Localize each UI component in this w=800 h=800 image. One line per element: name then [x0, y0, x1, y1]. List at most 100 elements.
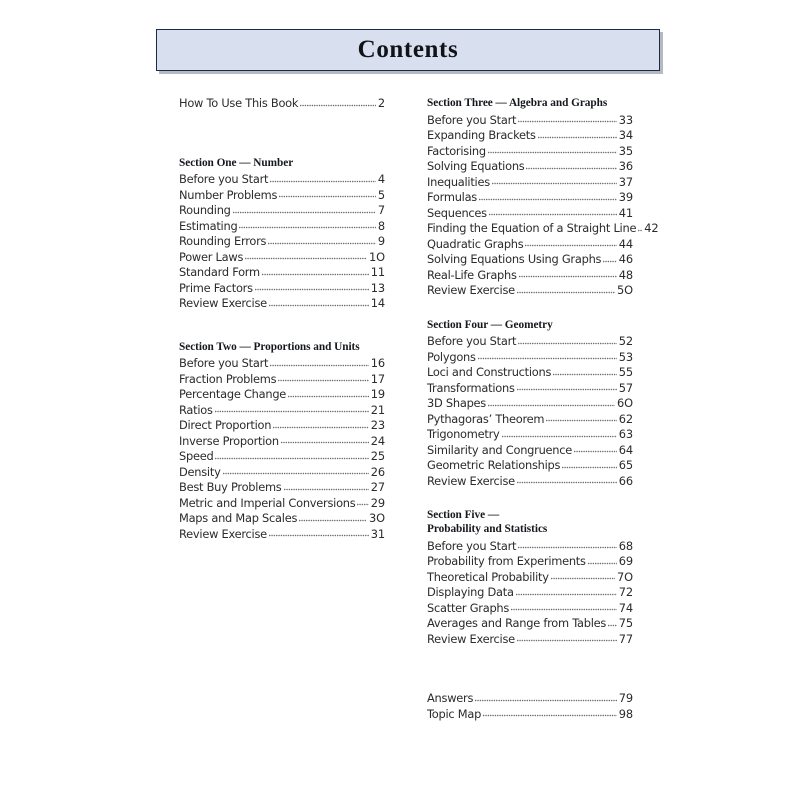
- contents-entry[interactable]: Ratios 21: [179, 403, 385, 419]
- entry-title: Speed: [179, 449, 214, 463]
- entry-page-number: 29: [370, 495, 385, 510]
- entry-page-number: 39: [618, 190, 633, 204]
- contents-entry[interactable]: Rounding Errors 9: [179, 234, 385, 250]
- contents-entry[interactable]: Averages and Range from Tables 75: [427, 616, 633, 632]
- contents-entry[interactable]: Finding the Equation of a Straight Line 4…: [427, 221, 659, 237]
- contents-entry[interactable]: Review Exercise 31: [179, 527, 385, 543]
- contents-entry[interactable]: Real-Life Graphs 48: [427, 268, 633, 284]
- entry-page-number: 48: [618, 267, 633, 282]
- contents-entry[interactable]: Standard Form 11: [179, 265, 385, 281]
- contents-entry[interactable]: Loci and Constructions 55: [427, 365, 633, 381]
- contents-entry[interactable]: Fraction Problems 17: [179, 372, 385, 388]
- entry-title: Best Buy Problems: [179, 480, 282, 494]
- entry-title: Displaying Data: [427, 585, 514, 599]
- dot-leader: [546, 415, 617, 426]
- contents-entry[interactable]: Percentage Change 19: [179, 387, 385, 403]
- dot-leader: [475, 694, 617, 706]
- entry-page-number: 66: [618, 473, 633, 488]
- contents-entry[interactable]: Review Exercise 14: [179, 296, 385, 312]
- contents-entry[interactable]: How To Use This Book 2: [179, 96, 385, 112]
- dot-leader: [270, 359, 369, 371]
- dot-leader: [603, 255, 617, 267]
- dot-leader: [245, 253, 367, 264]
- contents-entry[interactable]: Solving Equations 36: [427, 159, 633, 175]
- entry-page-number: 4: [377, 172, 385, 186]
- contents-entry[interactable]: Pythagoras’ Theorem 62: [427, 412, 633, 428]
- contents-entry[interactable]: Answers 79: [427, 691, 633, 707]
- contents-entry[interactable]: Before you Start 68: [427, 539, 633, 555]
- dot-leader: [518, 337, 617, 349]
- contents-entry[interactable]: Solving Equations Using Graphs 46: [427, 252, 633, 268]
- contents-entry[interactable]: Prime Factors 13: [179, 281, 385, 297]
- contents-entry[interactable]: Trigonometry 63: [427, 427, 633, 443]
- contents-entry[interactable]: Similarity and Congruence 64: [427, 443, 633, 459]
- contents-entry[interactable]: Before you Start 52: [427, 334, 633, 350]
- dot-leader: [254, 284, 369, 295]
- contents-block: Section Two — Proportions and Units Befor…: [179, 340, 385, 543]
- section-heading: Section Five — Probability and Statistics: [427, 508, 633, 536]
- entry-page-number: 5O: [616, 283, 633, 297]
- contents-entry[interactable]: Scatter Graphs 74: [427, 601, 633, 617]
- entry-page-number: 72: [618, 585, 633, 599]
- contents-entry[interactable]: Rounding 7: [179, 203, 385, 219]
- contents-entry[interactable]: Review Exercise 77: [427, 632, 633, 648]
- contents-column-left: How To Use This Book 2 Section One — Numbe…: [179, 96, 385, 542]
- contents-entry[interactable]: Review Exercise 66: [427, 474, 633, 490]
- contents-entry[interactable]: Before you Start 16: [179, 356, 385, 372]
- dot-leader: [511, 604, 617, 615]
- contents-entry[interactable]: Metric and Imperial Conversions 29: [179, 496, 385, 512]
- entry-title: Formulas: [427, 190, 477, 204]
- page-title: Contents: [357, 36, 459, 63]
- entry-page-number: 31: [370, 526, 385, 541]
- entry-title: Inequalities: [427, 174, 490, 189]
- entry-title: Theoretical Probability: [427, 569, 549, 584]
- contents-entry[interactable]: Best Buy Problems 27: [179, 480, 385, 496]
- contents-entry[interactable]: Geometric Relationships 65: [427, 458, 633, 474]
- entry-page-number: 55: [618, 365, 633, 379]
- contents-entry[interactable]: Polygons 53: [427, 350, 633, 366]
- contents-entry[interactable]: Theoretical Probability 7O: [427, 570, 633, 586]
- entry-title: Transformations: [427, 380, 515, 395]
- dot-leader: [518, 271, 617, 282]
- contents-entry[interactable]: Direct Proportion 23: [179, 418, 385, 434]
- contents-entry[interactable]: 3D Shapes 6O: [427, 396, 633, 412]
- entry-title: Estimating: [179, 218, 238, 233]
- entry-title: Standard Form: [179, 265, 260, 279]
- contents-entry[interactable]: Before you Start 33: [427, 113, 633, 129]
- entry-title: Before you Start: [427, 112, 517, 127]
- dot-leader: [537, 131, 617, 143]
- dot-leader: [562, 461, 617, 473]
- entry-title: Expanding Brackets: [427, 128, 536, 142]
- dot-leader: [553, 368, 617, 380]
- contents-entry[interactable]: Review Exercise 5O: [427, 283, 633, 299]
- contents-entry[interactable]: Factorising 35: [427, 144, 633, 160]
- entry-title: Probability from Experiments: [427, 554, 586, 568]
- contents-entry[interactable]: Displaying Data 72: [427, 585, 633, 601]
- contents-entry[interactable]: Probability from Experiments 69: [427, 554, 633, 570]
- contents-entry[interactable]: Density 26: [179, 465, 385, 481]
- section-heading-line: Section One — Number: [179, 156, 294, 169]
- contents-entry[interactable]: Speed 25: [179, 449, 385, 465]
- contents-entry[interactable]: Sequences 41: [427, 206, 633, 222]
- contents-entry[interactable]: Topic Map 98: [427, 707, 633, 723]
- contents-page: { "header": { "title": "Contents", "bann…: [0, 0, 800, 800]
- dot-leader: [516, 384, 617, 395]
- entry-page-number: 1O: [368, 249, 385, 264]
- contents-entry[interactable]: Expanding Brackets 34: [427, 128, 633, 144]
- dot-leader: [232, 206, 376, 218]
- contents-entry[interactable]: Formulas 39: [427, 190, 633, 206]
- contents-entry[interactable]: Maps and Map Scales 3O: [179, 511, 385, 527]
- contents-entry[interactable]: Inverse Proportion 24: [179, 434, 385, 450]
- contents-entry[interactable]: Before you Start 4: [179, 172, 385, 188]
- contents-entry[interactable]: Inequalities 37: [427, 175, 633, 191]
- entry-title: 3D Shapes: [427, 396, 486, 410]
- contents-entry[interactable]: Transformations 57: [427, 381, 633, 397]
- entry-title: Solving Equations Using Graphs: [427, 252, 602, 266]
- contents-entry[interactable]: Estimating 8: [179, 219, 385, 235]
- entry-title: Prime Factors: [179, 280, 253, 295]
- contents-entry[interactable]: Quadratic Graphs 44: [427, 237, 633, 253]
- contents-entry[interactable]: Number Problems 5: [179, 188, 385, 204]
- contents-entry[interactable]: Power Laws 1O: [179, 250, 385, 266]
